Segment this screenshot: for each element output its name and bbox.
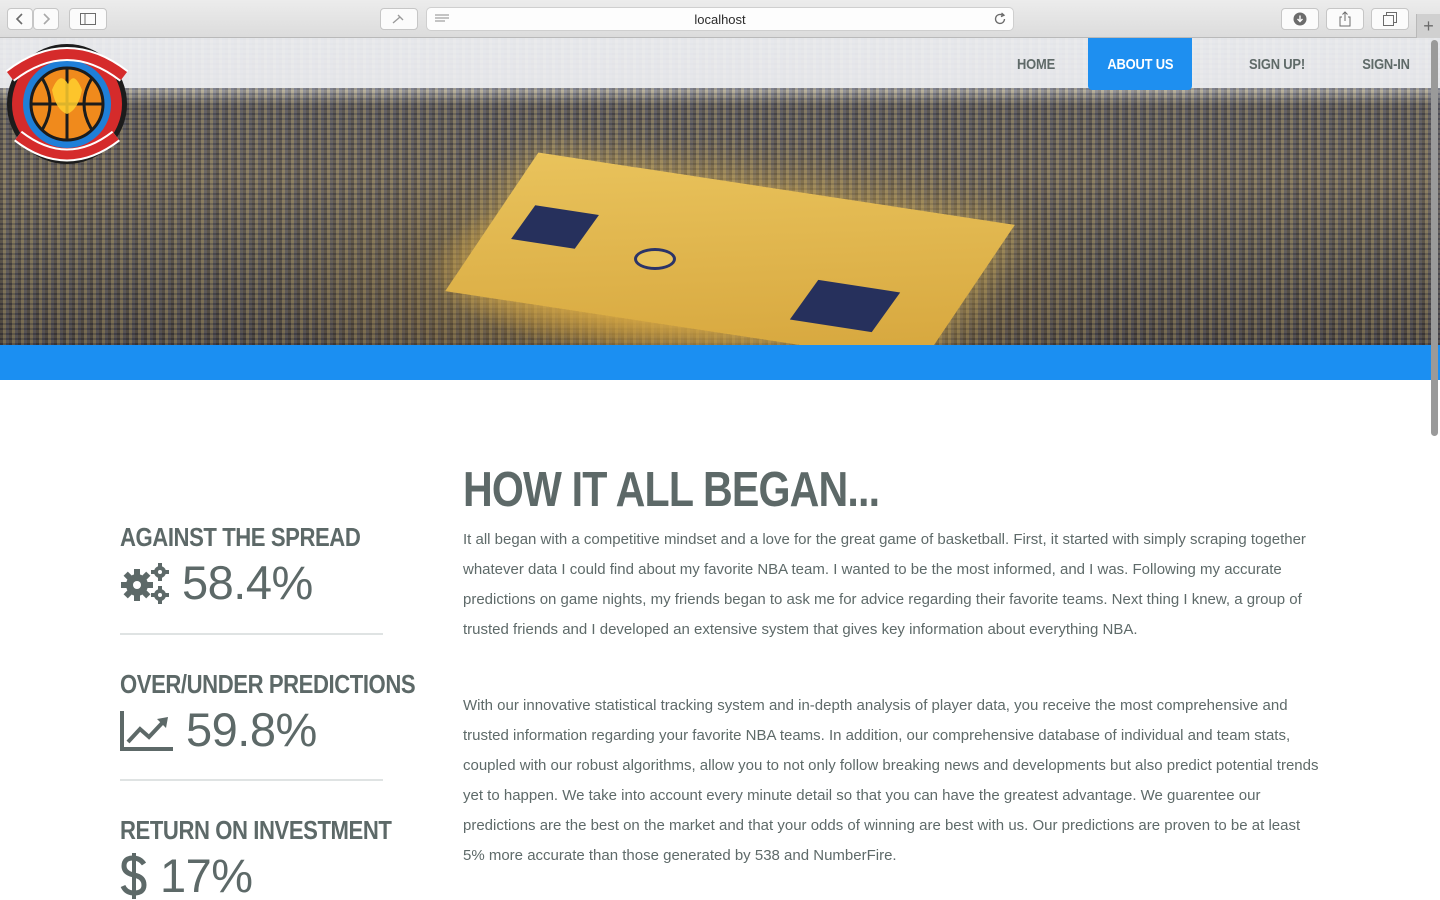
- nav-home[interactable]: HOME: [995, 38, 1078, 90]
- share-icon: [1339, 11, 1351, 27]
- hero-banner-image: HOME ABOUT US SIGN UP! SIGN-IN: [0, 38, 1440, 345]
- nav-sign-up[interactable]: SIGN UP!: [1230, 38, 1325, 90]
- address-bar[interactable]: localhost: [426, 7, 1014, 31]
- about-paragraph-2: With our innovative statistical tracking…: [463, 697, 1319, 864]
- browser-toolbar: localhost +: [0, 0, 1440, 38]
- url-text: localhost: [694, 12, 746, 27]
- nav-sign-in[interactable]: SIGN-IN: [1340, 38, 1433, 90]
- stat-against-the-spread: AGAINST THE SPREAD 58.4%: [120, 522, 383, 610]
- gears-icon: [120, 561, 170, 605]
- share-button[interactable]: [1326, 8, 1364, 30]
- new-tab-button[interactable]: +: [1416, 14, 1440, 38]
- stat-value: 17%: [160, 849, 253, 900]
- chevron-left-icon: [15, 13, 23, 25]
- stat-over-under: OVER/UNDER PREDICTIONS 59.8%: [120, 669, 416, 757]
- downloads-button[interactable]: [1281, 8, 1319, 30]
- sidebar-icon: [80, 13, 96, 25]
- stat-return-on-investment: RETURN ON INVESTMENT 17%: [120, 815, 392, 900]
- chevron-right-icon: [43, 13, 51, 25]
- stat-divider: [120, 779, 383, 781]
- accent-band: [0, 345, 1440, 380]
- basketball-court: [445, 152, 1015, 345]
- reload-icon[interactable]: [993, 12, 1007, 26]
- page-scrollbar[interactable]: [1431, 40, 1438, 436]
- download-icon: [1293, 12, 1307, 26]
- stat-divider: [120, 633, 383, 635]
- line-chart-icon: [120, 709, 174, 751]
- nav-about-us-label: ABOUT US: [1106, 55, 1173, 73]
- heat-check-logo[interactable]: [2, 40, 132, 166]
- back-button[interactable]: [7, 8, 33, 30]
- tabs-icon: [1383, 12, 1397, 26]
- page-heading: HOW IT ALL BEGAN...: [463, 463, 880, 517]
- forward-button[interactable]: [33, 8, 59, 30]
- tabs-overview-button[interactable]: [1371, 8, 1409, 30]
- stat-value: 59.8%: [186, 703, 317, 756]
- stat-title: OVER/UNDER PREDICTIONS: [120, 669, 416, 699]
- stat-title: RETURN ON INVESTMENT: [120, 815, 392, 845]
- stat-title: AGAINST THE SPREAD: [120, 522, 361, 552]
- pin-icon: [392, 14, 404, 24]
- sidebar-toggle-button[interactable]: [69, 8, 107, 30]
- reader-share-button[interactable]: [380, 8, 418, 30]
- dollar-icon: [120, 852, 148, 900]
- about-paragraph-1: It all began with a competitive mindset …: [463, 531, 1306, 638]
- stat-value: 58.4%: [182, 556, 313, 609]
- main-nav: HOME ABOUT US SIGN UP! SIGN-IN: [988, 38, 1440, 90]
- nav-about-us[interactable]: ABOUT US: [1088, 38, 1192, 90]
